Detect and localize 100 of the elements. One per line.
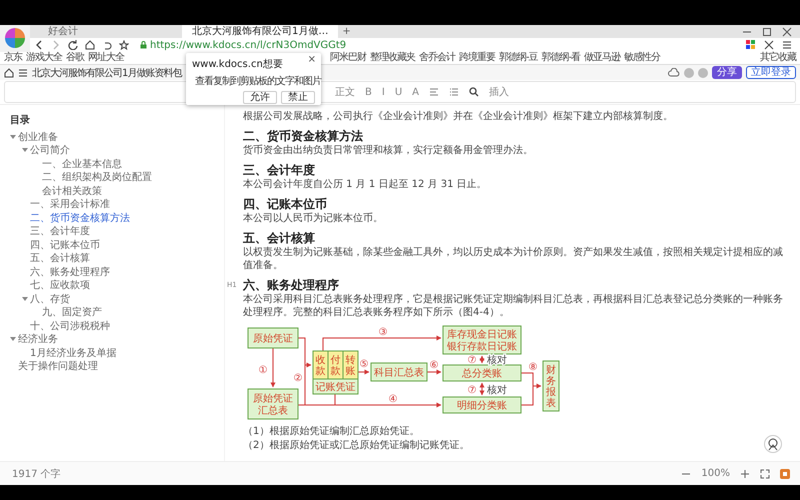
list-item-text: （2）根据原始凭证或汇总原始凭证编制记账凭证。: [243, 439, 470, 452]
share-button[interactable]: 分享: [712, 66, 742, 79]
undo-icon[interactable]: [102, 40, 112, 50]
document-title: 北京大河服饰有限公司1月做账资料包: [32, 66, 182, 80]
home-icon[interactable]: [85, 40, 95, 50]
bookmark-link[interactable]: 阿米巴财: [330, 52, 366, 64]
bookmark-folder-link[interactable]: 其它收藏: [760, 52, 800, 64]
expand-caret-icon[interactable]: [10, 134, 16, 140]
login-button[interactable]: 立即登录: [746, 66, 796, 79]
zoom-in-icon[interactable]: [740, 468, 750, 478]
bookmark-link[interactable]: 游戏大全: [26, 52, 62, 64]
bookmark-link[interactable]: 舍乔会计: [419, 52, 455, 64]
outline-item[interactable]: 会计相关政策: [42, 184, 102, 198]
bookmark-link[interactable]: 整理收藏夹: [370, 52, 415, 64]
word-count[interactable]: 1917 个字: [12, 466, 61, 480]
bookmark-link[interactable]: 京东: [4, 52, 22, 64]
bookmark-link[interactable]: 谷歌: [66, 52, 84, 64]
menu-icon[interactable]: [782, 40, 792, 50]
record-icon[interactable]: [780, 468, 790, 478]
flow-box: 库存现金日记账 银行存款日记账: [442, 326, 522, 354]
step-number: ⑥: [430, 360, 438, 371]
outline-item[interactable]: 创业准备: [18, 130, 58, 144]
flow-box: 记账凭证: [312, 378, 358, 394]
assistant-icon[interactable]: [764, 435, 782, 453]
paragraph: 本公司会计年度自公历 1 月 1 日起至 12 月 31 日止。: [243, 178, 488, 191]
outline-item[interactable]: 二、组织架构及岗位配置: [42, 170, 152, 184]
insert-button[interactable]: 插入: [489, 85, 509, 99]
outline-item[interactable]: 九、固定资产: [42, 305, 102, 320]
format-button[interactable]: A: [412, 86, 419, 98]
outline-item[interactable]: 关于操作问题处理: [18, 359, 98, 374]
back-icon[interactable]: [34, 40, 44, 50]
bookmark-link[interactable]: 敏感性分: [624, 52, 660, 64]
bookmark-link[interactable]: 郭德纲-豆: [499, 52, 538, 64]
zoom-level[interactable]: 100%: [701, 468, 730, 479]
step-number: ⑦: [468, 385, 476, 396]
step-number: ②: [294, 373, 302, 384]
paragraph: 本公司采用科目汇总表账务处理程序，它是根据记账凭证定期编制科目汇总表，再根据科目汇总表登记总分类账的一种账务处理程序。完整的科目汇总表账务程序如下所示（图4-4）。: [243, 293, 784, 319]
outline-item[interactable]: 一、采用会计标准: [30, 197, 110, 212]
flow-box: 科目汇总表: [370, 362, 428, 382]
browser-tab[interactable]: 北京大河服饰有限公司1月做…: [182, 25, 338, 38]
outline-item[interactable]: 七、应收款项: [30, 278, 90, 292]
outline-item[interactable]: 三、会计年度: [30, 224, 90, 238]
outline-item[interactable]: 二、货币资金核算方法: [30, 210, 130, 225]
menu-icon[interactable]: [18, 68, 28, 78]
bookmark-link[interactable]: 郭德纲-看: [542, 52, 580, 64]
dialog-button[interactable]: 允许: [243, 91, 277, 104]
fullscreen-icon[interactable]: [760, 468, 770, 478]
outline-item[interactable]: 五、会计核算: [30, 251, 90, 266]
close-button[interactable]: ×: [306, 54, 318, 65]
format-button[interactable]: U: [394, 86, 402, 98]
step-number: ③: [378, 327, 388, 338]
outline-item[interactable]: 经济业务: [18, 332, 58, 346]
check-label: 核对: [487, 385, 507, 396]
align-icon[interactable]: [429, 87, 439, 97]
expand-caret-icon[interactable]: [22, 296, 28, 302]
close-icon[interactable]: [782, 26, 792, 36]
outline-item[interactable]: 公司简介: [30, 143, 70, 158]
step-number: ⑦: [468, 355, 476, 366]
maximize-icon[interactable]: [762, 26, 772, 36]
double-arrow: [480, 356, 484, 364]
home-icon[interactable]: [4, 68, 14, 78]
flow-box: 转账: [342, 350, 358, 380]
outline-item[interactable]: 四、记账本位币: [30, 238, 100, 252]
paragraph: 根据公司发展战略，公司执行《企业会计准则》并在《企业会计准则》框架下建立内部核算制度。: [243, 110, 674, 123]
format-button[interactable]: I: [382, 86, 385, 98]
browser-logo-icon[interactable]: [5, 28, 25, 48]
bookmark-link[interactable]: 网址大全: [88, 52, 124, 64]
bookmark-link[interactable]: 做亚马逊: [584, 52, 620, 64]
flow-box: 原始凭证: [248, 328, 298, 348]
expand-caret-icon[interactable]: [22, 147, 28, 154]
list-icon[interactable]: [449, 87, 459, 97]
expand-caret-icon[interactable]: [10, 336, 16, 342]
double-arrow: [480, 382, 484, 396]
apps-icon[interactable]: [746, 40, 756, 50]
flow-arrow: [426, 370, 442, 374]
step-number: ④: [388, 394, 398, 405]
format-button[interactable]: B: [365, 86, 372, 98]
connector-line: [520, 386, 534, 406]
browser-tab[interactable]: 好会计: [38, 25, 178, 38]
flow-arrow: [520, 372, 542, 388]
outline-item[interactable]: 六、账务处理程序: [30, 264, 110, 279]
check-label: 核对: [487, 355, 507, 366]
outline-item[interactable]: 1月经济业务及单据: [30, 346, 116, 360]
cloud-icon[interactable]: [668, 68, 680, 78]
step-number: ⑧: [528, 362, 538, 373]
search-icon[interactable]: [469, 87, 479, 97]
outline-item[interactable]: 十、公司涉税税种: [30, 318, 110, 333]
outline-item[interactable]: 八、存货: [30, 292, 70, 306]
new-tab-button[interactable]: +: [342, 25, 351, 38]
outline-item[interactable]: 一、企业基本信息: [42, 156, 122, 171]
dialog-button[interactable]: 禁止: [281, 91, 315, 104]
bookmark-link[interactable]: 跨境重要: [459, 52, 495, 64]
reload-icon[interactable]: [68, 40, 78, 50]
outline-title[interactable]: 目录: [10, 113, 224, 127]
list-item-text: （1）根据原始凭证编制汇总原始凭证。: [243, 425, 420, 438]
section-heading: 五、会计核算: [243, 230, 316, 246]
star-icon[interactable]: [119, 40, 129, 50]
style-dropdown[interactable]: 正文: [335, 85, 355, 99]
flow-box: 明细分类账: [442, 396, 522, 414]
permission-text: 查看复制到剪贴板的文字和图片: [195, 74, 321, 88]
